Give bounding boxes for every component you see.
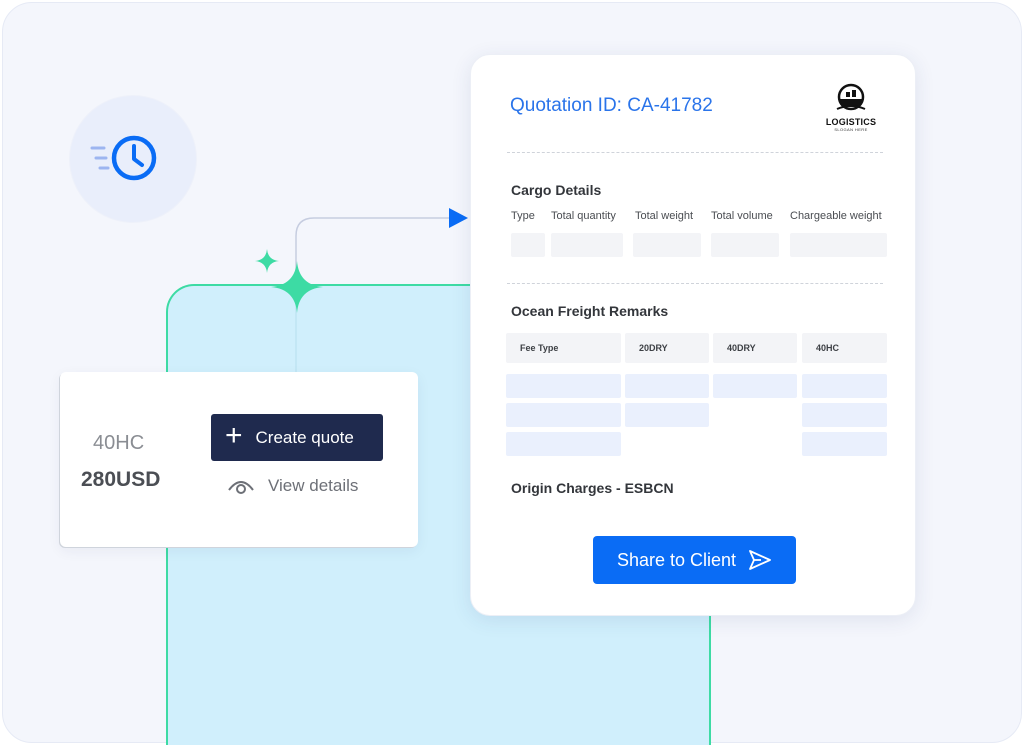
cargo-col-volume: Total volume bbox=[711, 210, 773, 222]
container-type: 40HC bbox=[93, 432, 145, 454]
view-details-label: View details bbox=[268, 476, 359, 495]
ship-logo-icon bbox=[836, 83, 866, 111]
cargo-field-chargeable bbox=[790, 233, 887, 257]
cargo-col-quantity: Total quantity bbox=[551, 210, 616, 222]
view-details-link[interactable]: View details bbox=[227, 476, 358, 496]
fee-col-type: Fee Type bbox=[506, 333, 621, 363]
fee-col-40hc: 40HC bbox=[802, 333, 887, 363]
fee-col-20dry: 20DRY bbox=[625, 333, 709, 363]
fee-cell bbox=[625, 403, 709, 427]
cargo-col-chargeable: Chargeable weight bbox=[790, 210, 882, 222]
logo-text: LOGISTICS bbox=[825, 117, 877, 127]
clock-icon bbox=[90, 135, 157, 181]
divider bbox=[507, 283, 883, 284]
share-label: Share to Client bbox=[616, 549, 737, 570]
ocean-freight-title: Ocean Freight Remarks bbox=[511, 303, 669, 319]
clock-badge bbox=[70, 96, 196, 222]
fee-cell bbox=[713, 374, 797, 398]
create-quote-button[interactable]: + Create quote bbox=[211, 414, 383, 461]
cargo-field-weight bbox=[633, 233, 701, 257]
cargo-field-volume bbox=[711, 233, 779, 257]
fee-col-40dry: 40DRY bbox=[713, 333, 797, 363]
logo-slogan: SLOGAN HERE bbox=[834, 127, 868, 132]
divider bbox=[507, 152, 883, 153]
origin-charges-title: Origin Charges - ESBCN bbox=[511, 480, 674, 496]
company-logo: LOGISTICS SLOGAN HERE bbox=[823, 83, 879, 132]
fee-cell bbox=[802, 432, 887, 456]
cargo-field-quantity bbox=[551, 233, 623, 257]
quote-price: 280USD bbox=[81, 468, 161, 491]
share-to-client-button[interactable]: Share to Client bbox=[593, 536, 796, 584]
cargo-field-type bbox=[511, 233, 545, 257]
eye-icon bbox=[228, 481, 254, 494]
fee-cell bbox=[625, 374, 709, 398]
fee-cell bbox=[506, 403, 621, 427]
quotation-panel: Quotation ID: CA-41782 LOGISTICS SLOGAN … bbox=[470, 54, 916, 616]
fee-cell bbox=[506, 432, 621, 456]
create-quote-label: Create quote bbox=[255, 427, 354, 447]
fee-cell bbox=[802, 374, 887, 398]
send-icon bbox=[749, 550, 771, 570]
fee-cell bbox=[506, 374, 621, 398]
sparkle-icon-large bbox=[271, 261, 323, 313]
cargo-col-type: Type bbox=[511, 210, 535, 222]
cargo-details-title: Cargo Details bbox=[511, 182, 602, 198]
cargo-col-weight: Total weight bbox=[635, 210, 694, 222]
quote-card: 40HC 280USD + Create quote View details bbox=[60, 372, 418, 547]
fee-cell bbox=[802, 403, 887, 427]
plus-icon: + bbox=[225, 419, 243, 452]
quotation-title: Quotation ID: CA-41782 bbox=[510, 95, 713, 116]
